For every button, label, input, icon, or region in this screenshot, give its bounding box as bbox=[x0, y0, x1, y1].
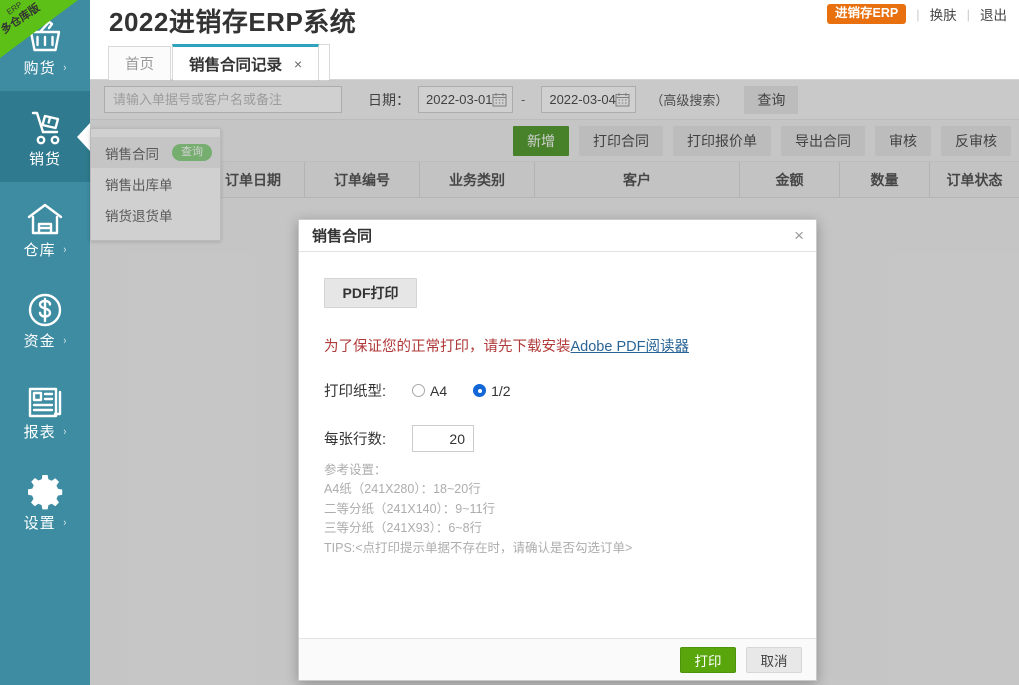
tab-home[interactable]: 首页 bbox=[108, 46, 171, 80]
hint-line: TIPS:<点打印提示单据不存在时，请确认是否勾选订单> bbox=[324, 539, 791, 558]
handcart-icon bbox=[24, 107, 66, 149]
pdf-reader-notice: 为了保证您的正常打印，请先下载安装Adobe PDF阅读器 bbox=[324, 335, 791, 356]
hint-line: A4纸（241X280）：18~20行 bbox=[324, 480, 791, 499]
dialog-footer: 打印 取消 bbox=[299, 638, 816, 680]
sidebar-item-reports[interactable]: 报表 › bbox=[0, 364, 90, 455]
sidebar-item-warehouse[interactable]: 仓库 › bbox=[0, 182, 90, 273]
notice-text: 为了保证您的正常打印，请先下载安装 bbox=[324, 339, 571, 355]
tab-label: 首页 bbox=[125, 53, 154, 74]
warehouse-icon bbox=[24, 198, 66, 240]
print-button[interactable]: 打印 bbox=[680, 647, 736, 673]
rows-per-page-label: 每张行数: bbox=[324, 428, 412, 449]
cancel-button[interactable]: 取消 bbox=[746, 647, 802, 673]
chevron-right-icon: › bbox=[63, 336, 66, 347]
dialog-body: PDF打印 为了保证您的正常打印，请先下载安装Adobe PDF阅读器 打印纸型… bbox=[299, 252, 816, 638]
sidebar-item-sales[interactable]: 销货 bbox=[0, 91, 90, 182]
paper-option-a4[interactable]: A4 bbox=[412, 383, 447, 399]
change-skin-link[interactable]: 换肤 bbox=[930, 4, 957, 24]
page-title: 2022进销存ERP系统 bbox=[109, 2, 356, 39]
sidebar-item-purchase[interactable]: 购货 › bbox=[0, 0, 90, 91]
chevron-right-icon: › bbox=[63, 63, 66, 74]
chevron-right-icon: › bbox=[63, 427, 66, 438]
close-icon[interactable]: × bbox=[294, 56, 302, 72]
main-sidebar: 购货 › 销货 bbox=[0, 0, 90, 685]
sidebar-item-settings[interactable]: 设置 › bbox=[0, 455, 90, 546]
report-icon bbox=[24, 380, 66, 422]
sidebar-item-label: 购货 bbox=[24, 61, 56, 76]
paper-option-label: 1/2 bbox=[491, 383, 510, 399]
header-separator-1: | bbox=[916, 7, 919, 22]
dollar-icon bbox=[24, 289, 66, 331]
erp-application-window: 购货 › 销货 bbox=[0, 0, 1019, 685]
radio-icon[interactable] bbox=[412, 384, 425, 397]
app-header: 2022进销存ERP系统 进销存ERP | 换肤 | 退出 bbox=[90, 0, 1019, 42]
paper-type-row: 打印纸型: A4 1/2 bbox=[324, 380, 791, 401]
tab-label: 销售合同记录 bbox=[189, 53, 282, 75]
chevron-right-icon: › bbox=[63, 245, 66, 256]
hint-line: 二等分纸（241X140）：9~11行 bbox=[324, 500, 791, 519]
erp-badge: 进销存ERP bbox=[827, 4, 906, 24]
gear-icon bbox=[24, 471, 66, 513]
adobe-pdf-reader-link[interactable]: Adobe PDF阅读器 bbox=[571, 339, 689, 355]
tab-bar: 首页 销售合同记录 × ▼ bbox=[90, 42, 1019, 80]
paper-option-half[interactable]: 1/2 bbox=[473, 383, 510, 399]
sidebar-item-label: 销货 bbox=[29, 152, 61, 167]
sidebar-item-label: 报表 bbox=[24, 425, 56, 440]
hint-line: 三等分纸（241X93）：6~8行 bbox=[324, 519, 791, 538]
tab-sales-contract-records[interactable]: 销售合同记录 × bbox=[172, 44, 319, 81]
rows-per-page-input[interactable] bbox=[412, 425, 474, 452]
settings-hint-block: 参考设置： A4纸（241X280）：18~20行 二等分纸（241X140）：… bbox=[324, 461, 791, 558]
radio-selected-icon[interactable] bbox=[473, 384, 486, 397]
dialog-title: 销售合同 bbox=[312, 225, 372, 246]
rows-per-page-row: 每张行数: bbox=[324, 425, 791, 452]
paper-type-radio-group: A4 1/2 bbox=[412, 383, 511, 399]
active-pointer-arrow bbox=[77, 123, 90, 151]
sidebar-item-funds[interactable]: 资金 › bbox=[0, 273, 90, 364]
pdf-print-button[interactable]: PDF打印 bbox=[324, 278, 417, 308]
close-icon[interactable]: × bbox=[794, 227, 804, 244]
basket-icon bbox=[24, 16, 66, 58]
dialog-header: 销售合同 × bbox=[299, 220, 816, 252]
header-actions: 进销存ERP | 换肤 | 退出 bbox=[827, 4, 1007, 24]
sidebar-item-label: 设置 bbox=[24, 516, 56, 531]
chevron-right-icon: › bbox=[63, 518, 66, 529]
sidebar-item-label: 资金 bbox=[24, 334, 56, 349]
paper-option-label: A4 bbox=[430, 383, 447, 399]
logout-link[interactable]: 退出 bbox=[980, 4, 1007, 24]
header-separator-2: | bbox=[967, 7, 970, 22]
paper-type-label: 打印纸型: bbox=[324, 380, 412, 401]
print-settings-dialog: 销售合同 × PDF打印 为了保证您的正常打印，请先下载安装Adobe PDF阅… bbox=[298, 219, 817, 681]
sidebar-item-label: 仓库 bbox=[24, 243, 56, 258]
hint-line: 参考设置： bbox=[324, 461, 791, 480]
